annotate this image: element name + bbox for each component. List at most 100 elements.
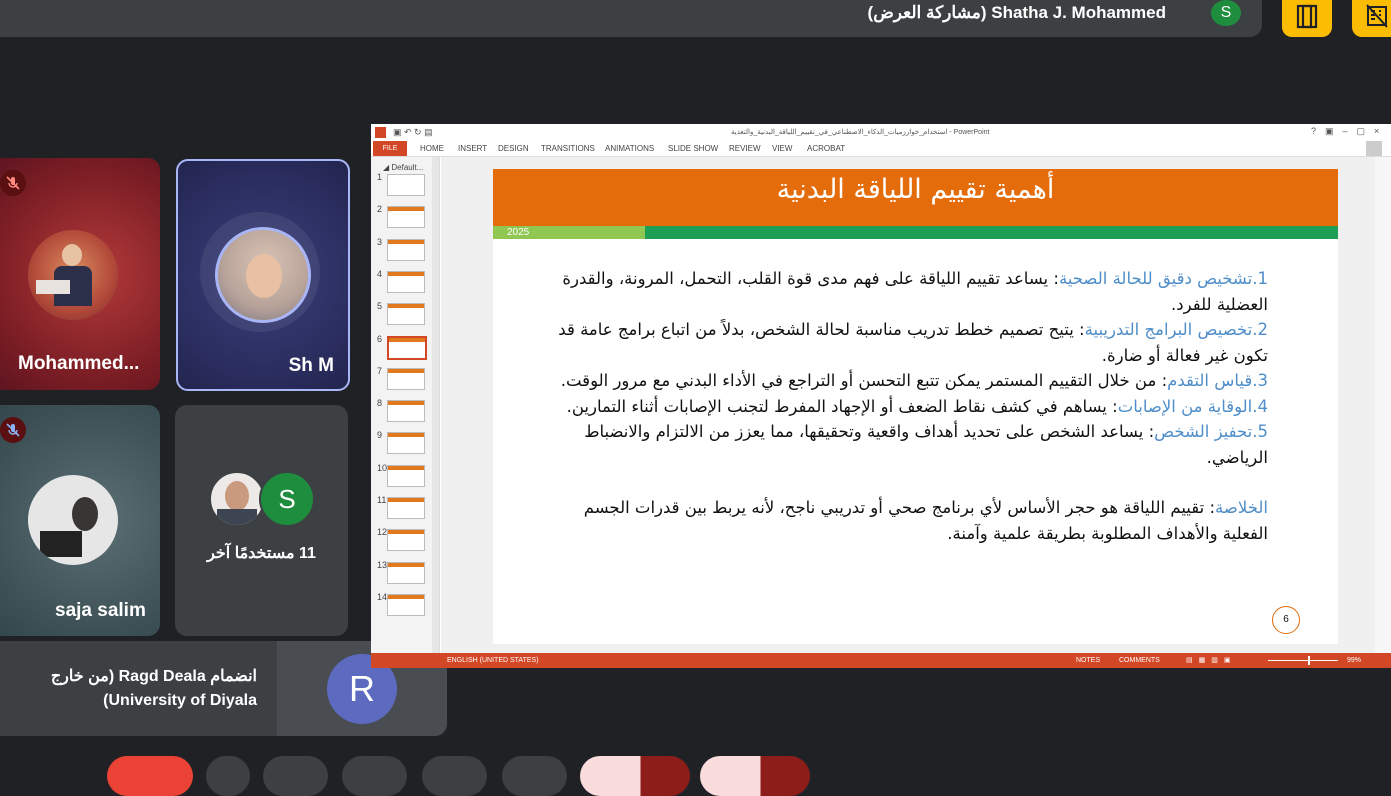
ribbon-tab-file[interactable]: FILE — [373, 141, 407, 156]
quick-access-icons: ▣ ↶ ↻ ▤ — [393, 127, 433, 137]
other-participants-tile[interactable]: S 11 مستخدمًا آخر — [175, 405, 348, 636]
participant-name: saja salim — [55, 600, 146, 621]
thumbnail-number: 1 — [377, 172, 383, 182]
zoom-slider[interactable] — [1268, 660, 1338, 661]
layout-button[interactable] — [1282, 0, 1332, 37]
present-off-icon — [1366, 4, 1388, 28]
slide-thumbnail[interactable] — [387, 174, 425, 196]
list-item: 2.تخصيص البرامج التدريبية: يتيح تصميم خط… — [558, 320, 1268, 365]
notification-line-1: انضمام Ragd Deala (من خارج — [50, 668, 257, 685]
ppt-title-bar: ▣ ↶ ↻ ▤ استخدام_خوارزميات_الذكاء_الاصطنا… — [371, 124, 1391, 141]
participant-tile-sh-m[interactable]: Sh M — [176, 159, 350, 391]
slide-thumbnail[interactable] — [387, 303, 425, 326]
others-count: 11 — [298, 545, 316, 562]
account-icon[interactable] — [1366, 141, 1382, 156]
slide-thumbnail[interactable] — [387, 529, 425, 552]
notes-button[interactable]: NOTES — [1076, 653, 1100, 668]
summary: الخلاصة: تقييم اللياقة هو حجر الأساس لأي… — [583, 498, 1268, 543]
status-bar: ENGLISH (UNITED STATES) NOTES COMMENTS ▤… — [371, 653, 1391, 668]
thumbnail-number: 2 — [377, 204, 383, 215]
zoom-slider-thumb[interactable] — [1308, 656, 1310, 665]
presenter-avatar: S — [1211, 0, 1241, 26]
participant-photo — [28, 230, 118, 320]
presenter-label: Shatha J. Mohammed (مشاركة العرض) — [868, 3, 1166, 23]
slide: أهمية تقييم اللياقة البدنية 2025 1.تشخيص… — [493, 169, 1338, 644]
list-item: 4.الوقاية من الإصابات: يساهم في كشف نقاط… — [566, 396, 1268, 416]
slide-year: 2025 — [507, 227, 530, 238]
slide-thumbnail[interactable] — [387, 464, 425, 487]
ribbon-tab-insert[interactable]: INSERT — [458, 141, 487, 156]
shared-screen: ▣ ↶ ↻ ▤ استخدام_خوارزميات_الذكاء_الاصطنا… — [371, 124, 1391, 668]
thumbnail-number: 11 — [377, 495, 387, 505]
presenter-name: Shatha J. Mohammed — [991, 3, 1166, 22]
control-button[interactable] — [342, 756, 407, 796]
slide-title: أهمية تقييم اللياقة البدنية — [776, 174, 1055, 205]
slide-thumbnail[interactable] — [387, 367, 425, 390]
list-item: 3.قياس التقدم: من خلال التقييم المستمر ي… — [560, 371, 1268, 390]
thumbnail-number: 9 — [377, 430, 383, 441]
mic-off-icon — [6, 176, 20, 190]
participant-name: Sh M — [288, 355, 334, 376]
window-controls[interactable]: ?▣–▢× — [1311, 126, 1388, 137]
participant-photo — [215, 227, 311, 323]
slide-thumbnail[interactable] — [387, 335, 427, 360]
slide-thumbnail[interactable] — [387, 270, 425, 293]
mic-off-badge — [0, 170, 26, 196]
thumbnail-number: 5 — [377, 301, 383, 312]
notification-text: انضمام Ragd Deala (من خارج University of… — [20, 665, 257, 713]
ppt-ribbon: FILE HOME INSERT DESIGN TRANSITIONS ANIM… — [371, 141, 1391, 157]
others-count-label: 11 مستخدمًا آخر — [175, 543, 348, 563]
slide-thumbnail[interactable] — [387, 432, 425, 455]
ribbon-tab-acrobat[interactable]: ACROBAT — [807, 141, 845, 156]
status-language[interactable]: ENGLISH (UNITED STATES) — [447, 653, 539, 668]
thumbnail-number: 14 — [377, 591, 388, 602]
thumbnail-scrollbar[interactable] — [432, 157, 439, 653]
participant-name: Mohammed... — [18, 353, 140, 374]
slide-thumbnail[interactable] — [387, 400, 425, 423]
stop-presenting-button[interactable] — [1352, 0, 1391, 37]
slide-thumbnail[interactable] — [387, 206, 425, 229]
control-button[interactable] — [422, 756, 487, 796]
slide-canvas: أهمية تقييم اللياقة البدنية 2025 1.تشخيص… — [441, 157, 1391, 653]
participant-tile-mohammed[interactable]: Mohammed... — [0, 158, 160, 390]
view-buttons[interactable]: ▤▦▥▣ — [1186, 653, 1236, 668]
mic-toggle-button[interactable] — [580, 756, 690, 796]
slide-thumbnail[interactable] — [387, 497, 425, 519]
participant-photo — [28, 475, 118, 565]
control-button[interactable] — [206, 756, 250, 796]
slide-thumbnail[interactable] — [387, 238, 425, 261]
slide-thumbnail[interactable] — [387, 593, 425, 616]
participant-photo — [209, 471, 265, 527]
page-number: 6 — [1272, 606, 1300, 634]
ribbon-tab-transitions[interactable]: TRANSITIONS — [541, 141, 595, 156]
thumbnail-number: 4 — [377, 268, 383, 279]
notification-line-2: University of Diyala) — [103, 692, 257, 709]
vertical-scrollbar[interactable] — [1375, 157, 1391, 653]
slide-thumbnail[interactable] — [387, 561, 425, 584]
ribbon-tab-animations[interactable]: ANIMATIONS — [605, 141, 654, 156]
comments-button[interactable]: COMMENTS — [1119, 653, 1160, 668]
list-item: 1.تشخيص دقيق للحالة الصحية: يساعد تقييم … — [562, 269, 1268, 314]
participant-avatar: S — [259, 471, 315, 527]
others-label: مستخدمًا آخر — [207, 545, 295, 562]
window-title: استخدام_خوارزميات_الذكاء_الاصطناعي_في_تق… — [731, 129, 990, 136]
leave-call-button[interactable] — [107, 756, 193, 796]
slide-thumbnail-panel: ◢ Default... 1 2 3 4 5 6 7 8 9 10 11 12 13 14 — [371, 157, 440, 653]
camera-toggle-button[interactable] — [700, 756, 810, 796]
zoom-level[interactable]: 99% — [1347, 653, 1361, 668]
ribbon-tab-design[interactable]: DESIGN — [498, 141, 529, 156]
section-label[interactable]: ◢ Default... — [383, 163, 423, 172]
thumbnail-number: 10 — [377, 462, 388, 473]
control-button[interactable] — [263, 756, 328, 796]
ribbon-tab-slide-show[interactable]: SLIDE SHOW — [668, 141, 718, 156]
mic-off-badge — [0, 417, 26, 443]
ribbon-tab-view[interactable]: VIEW — [772, 141, 792, 156]
control-button[interactable] — [502, 756, 567, 796]
participant-tile-saja-salim[interactable]: saja salim — [0, 405, 160, 636]
ribbon-tab-home[interactable]: HOME — [420, 141, 444, 156]
ribbon-tab-review[interactable]: REVIEW — [729, 141, 761, 156]
powerpoint-icon — [375, 127, 386, 138]
thumbnail-number: 7 — [377, 365, 383, 376]
thumbnail-number: 6 — [377, 333, 383, 344]
door-icon — [1296, 4, 1318, 29]
